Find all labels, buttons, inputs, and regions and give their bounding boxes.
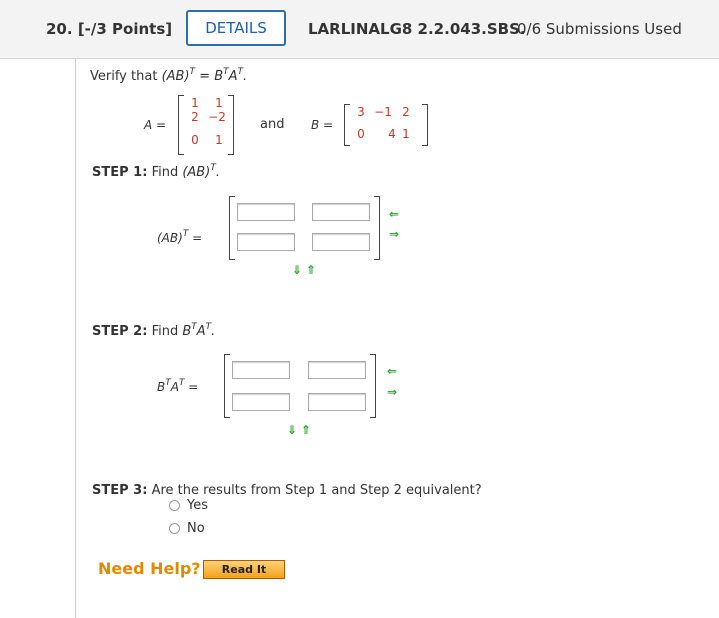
remove-column-arrow-icon[interactable]: ⇐	[389, 207, 399, 221]
step2-lhs: BTAT =	[157, 378, 199, 394]
step2-heading: STEP 2: Find BTAT.	[92, 322, 216, 339]
matrix-b-entry: 1	[402, 127, 410, 141]
step2-entry-input[interactable]	[232, 361, 290, 379]
matrix-b-entry: 3	[357, 105, 365, 119]
matrix-b-entry: 0	[357, 127, 365, 141]
read-it-button[interactable]: Read It	[203, 560, 285, 579]
matrix-a-entry: 0	[191, 133, 199, 147]
question-number-points: 20. [-/3 Points]	[46, 20, 173, 38]
matrix-a-left-bracket	[178, 95, 184, 155]
step1-heading: STEP 1: Find (AB)T.	[92, 163, 220, 180]
matrix-a-entry: 1	[215, 96, 223, 110]
left-divider	[75, 59, 76, 618]
step2-entry-input[interactable]	[308, 361, 366, 379]
matrix-a-entry: 2	[191, 110, 199, 124]
question-header: 20. [-/3 Points] DETAILS LARLINALG8 2.2.…	[0, 0, 719, 59]
matrix-b-entry: −1	[374, 105, 392, 119]
matrix-b-entry: 2	[402, 105, 410, 119]
step1-lhs: (AB)T =	[157, 229, 203, 245]
step2-left-bracket	[224, 354, 230, 418]
matrix-a-entry: 1	[215, 133, 223, 147]
option-yes-label[interactable]: Yes	[187, 498, 208, 513]
step1-entry-input[interactable]	[312, 203, 370, 221]
submissions-used: 0/6 Submissions Used	[517, 20, 682, 38]
add-column-arrow-icon[interactable]: ⇒	[389, 227, 399, 241]
step1-left-bracket	[229, 196, 235, 260]
radio-no[interactable]	[169, 523, 180, 534]
step1-entry-input[interactable]	[312, 233, 370, 251]
remove-row-arrow-icon[interactable]: ⇑	[301, 423, 311, 437]
step2-entry-input[interactable]	[232, 393, 290, 411]
matrix-a-label: A =	[144, 118, 167, 132]
verify-statement: Verify that (AB)T = BTAT.	[90, 67, 248, 84]
step2-right-bracket	[370, 354, 376, 418]
option-no-label[interactable]: No	[187, 521, 205, 536]
matrix-a-right-bracket	[228, 95, 234, 155]
radio-yes[interactable]	[169, 500, 180, 511]
step2-entry-input[interactable]	[308, 393, 366, 411]
remove-column-arrow-icon[interactable]: ⇐	[387, 364, 397, 378]
step1-right-bracket	[374, 196, 380, 260]
step1-entry-input[interactable]	[237, 203, 295, 221]
problem-code: LARLINALG8 2.2.043.SBS.	[308, 20, 526, 38]
matrix-b-right-bracket	[422, 104, 428, 146]
add-row-arrow-icon[interactable]: ⇓	[292, 263, 302, 277]
matrix-b-left-bracket	[344, 104, 350, 146]
matrix-a-entry: 1	[191, 96, 199, 110]
and-text: and	[260, 117, 285, 132]
add-row-arrow-icon[interactable]: ⇓	[287, 423, 297, 437]
step1-entry-input[interactable]	[237, 233, 295, 251]
matrix-b-entry: 4	[388, 127, 396, 141]
add-column-arrow-icon[interactable]: ⇒	[387, 385, 397, 399]
details-button[interactable]: DETAILS	[186, 10, 286, 46]
need-help-label: Need Help?	[98, 559, 201, 578]
matrix-b-label: B =	[311, 118, 334, 132]
step3-heading: STEP 3: Are the results from Step 1 and …	[92, 483, 482, 498]
matrix-a-entry: −2	[208, 110, 226, 124]
remove-row-arrow-icon[interactable]: ⇑	[306, 263, 316, 277]
